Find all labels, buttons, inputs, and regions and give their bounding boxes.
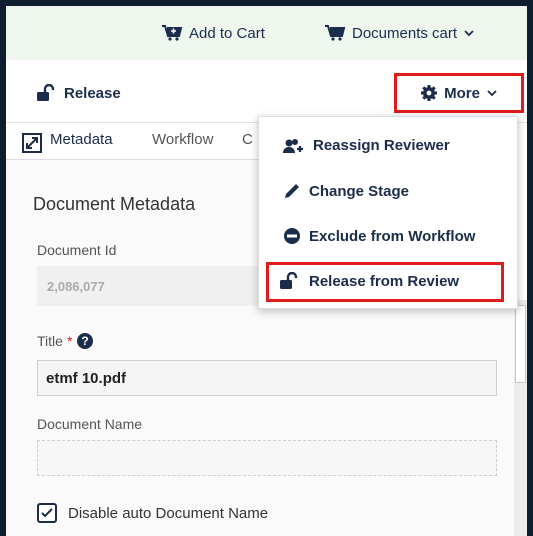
pencil-icon [283, 182, 301, 200]
svg-text:?: ? [82, 334, 89, 348]
minus-circle-icon [283, 227, 301, 245]
chevron-down-icon [486, 88, 498, 98]
documents-cart-dropdown[interactable]: Documents cart [324, 24, 475, 42]
tab-workflow[interactable]: Workflow [152, 131, 213, 148]
menu-item-release-from-review[interactable]: Release from Review [279, 272, 459, 290]
unlock-icon [36, 84, 58, 102]
documents-cart-label: Documents cart [352, 24, 458, 42]
cart-icon [324, 24, 346, 42]
required-mark: * [66, 333, 73, 349]
more-dropdown-button[interactable]: More [394, 73, 524, 113]
title-label-row: Title * ? [37, 332, 94, 350]
scrollbar-thumb[interactable] [515, 305, 526, 383]
release-button[interactable]: Release [36, 84, 121, 102]
cart-plus-icon [161, 24, 183, 42]
add-to-cart-button[interactable]: Add to Cart [161, 24, 265, 42]
menu-item-label: Change Stage [309, 182, 410, 200]
document-id-value: 2,086,077 [47, 279, 105, 294]
tab-partial[interactable]: C [242, 131, 253, 148]
disable-auto-name-label: Disable auto Document Name [68, 505, 269, 522]
user-plus-icon [283, 138, 305, 154]
gear-icon [420, 84, 438, 102]
menu-item-reassign-reviewer[interactable]: Reassign Reviewer [283, 137, 450, 154]
document-name-label: Document Name [37, 416, 143, 432]
document-name-input[interactable] [37, 440, 497, 476]
top-bar: Add to Cart Documents cart [6, 6, 527, 60]
release-label: Release [64, 84, 121, 102]
menu-item-change-stage[interactable]: Change Stage [283, 182, 409, 200]
section-title: Document Metadata [33, 194, 196, 214]
expand-icon[interactable] [22, 133, 42, 153]
disable-auto-name-checkbox[interactable] [37, 503, 57, 523]
title-label: Title [37, 333, 63, 349]
unlock-icon [279, 272, 301, 290]
action-bar: Release More [6, 60, 527, 123]
document-id-label: Document Id [37, 242, 117, 258]
menu-item-label: Release from Review [309, 272, 460, 290]
title-input-value: etmf 10.pdf [46, 370, 127, 387]
checkmark-icon [39, 505, 55, 521]
menu-item-exclude-from-workflow[interactable]: Exclude from Workflow [283, 227, 475, 245]
add-to-cart-label: Add to Cart [189, 24, 265, 42]
more-label: More [444, 84, 480, 102]
help-icon[interactable]: ? [76, 332, 94, 350]
menu-item-label: Reassign Reviewer [313, 137, 450, 154]
tab-metadata[interactable]: Metadata [50, 131, 113, 148]
title-input[interactable]: etmf 10.pdf [37, 360, 497, 396]
window-frame-right [527, 0, 533, 536]
menu-item-label: Exclude from Workflow [309, 227, 476, 245]
chevron-down-icon [463, 28, 475, 38]
more-menu: Reassign Reviewer Change Stage Exclude f… [258, 116, 518, 309]
